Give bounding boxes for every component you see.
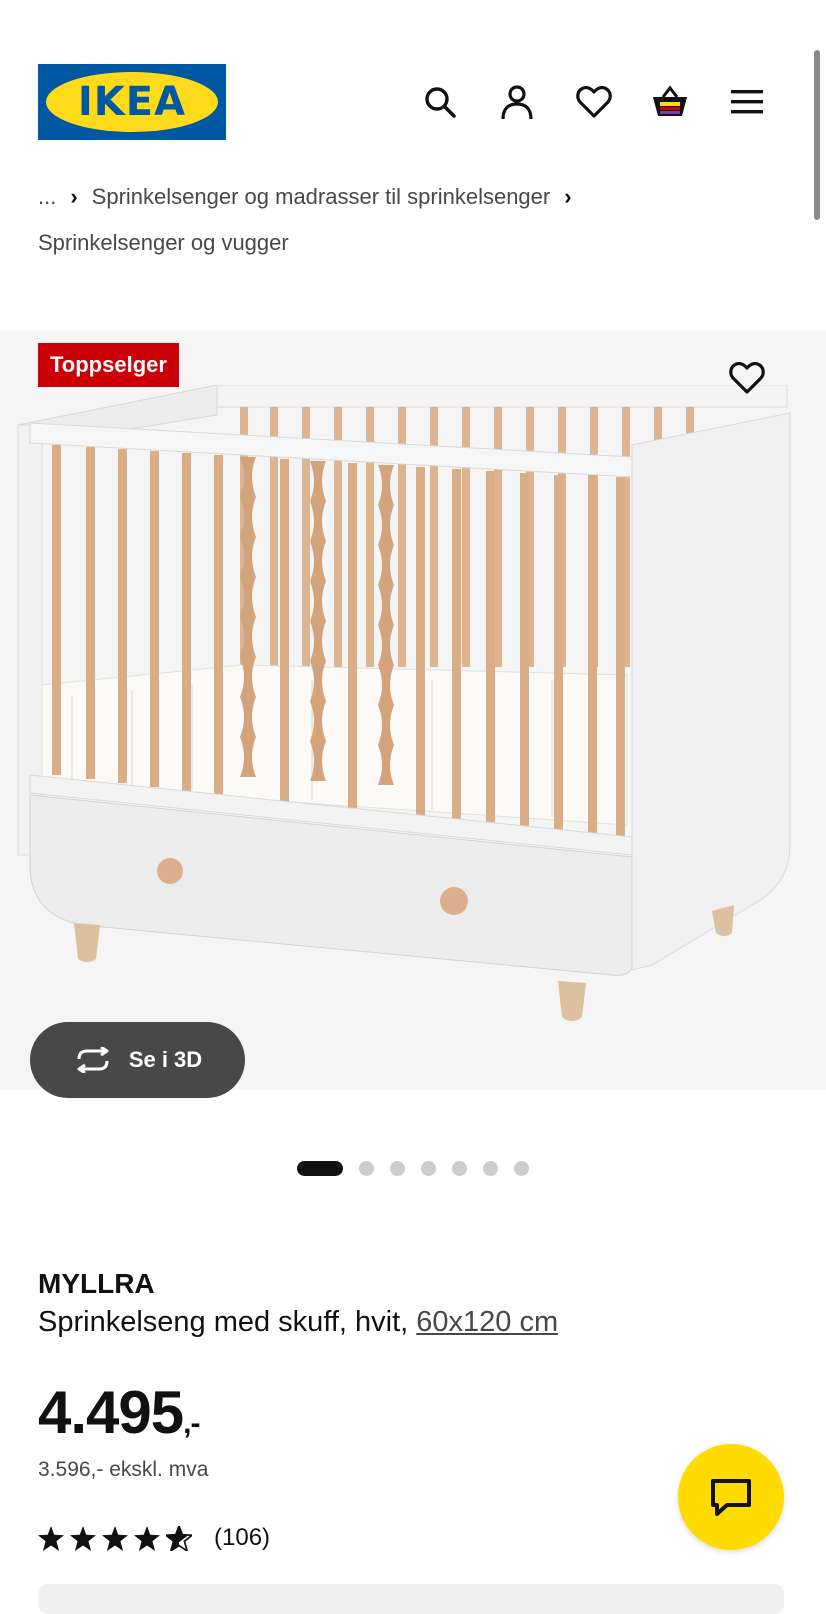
cart-icon [653, 85, 687, 116]
chat-button[interactable] [678, 1444, 784, 1550]
price-suffix: ,- [183, 1407, 200, 1440]
star-icon [70, 1525, 96, 1551]
product-name: MYLLRA [38, 1268, 155, 1299]
rating-stars [38, 1525, 192, 1551]
product-rating[interactable]: (106) [38, 1518, 270, 1558]
carousel-dot-3[interactable] [390, 1160, 405, 1176]
breadcrumb: ... › Sprinkelsenger og madrasser til spri… [38, 174, 778, 266]
carousel-dot-7[interactable] [514, 1160, 529, 1176]
heart-icon [576, 86, 612, 118]
heart-icon [729, 362, 765, 394]
top-seller-badge: Toppselger [38, 343, 179, 387]
product-price: 4.495,- [38, 1378, 201, 1447]
breadcrumb-ellipsis[interactable]: ... [38, 184, 56, 209]
star-icon [134, 1525, 160, 1551]
search-button[interactable] [418, 80, 462, 124]
carousel-dot-4[interactable] [421, 1160, 436, 1176]
star-icon [102, 1525, 128, 1551]
carousel-dot-5[interactable] [452, 1160, 467, 1176]
product-size-link[interactable]: 60x120 cm [416, 1306, 558, 1338]
ikea-logo[interactable]: IKEA [38, 64, 226, 140]
site-header: IKEA [0, 0, 826, 160]
account-icon [501, 85, 533, 120]
logo-oval: IKEA [46, 72, 218, 132]
price-excl-vat: 3.596,- ekskl. mva [38, 1458, 209, 1481]
chat-icon [711, 1479, 751, 1516]
add-to-favorites-button[interactable] [725, 356, 769, 400]
breadcrumb-item-cribs-cradles[interactable]: Sprinkelsenger og vugger [38, 230, 289, 255]
chevron-right-icon: › [564, 184, 572, 209]
star-icon [38, 1525, 64, 1551]
price-value: 4.495 [38, 1379, 184, 1446]
half-star-icon [166, 1525, 192, 1551]
next-section-card [38, 1584, 784, 1614]
carousel-dot-1[interactable] [297, 1160, 343, 1176]
view-in-3d-button[interactable]: Se i 3D [30, 1022, 245, 1098]
rotate-3d-icon [77, 1047, 109, 1073]
product-description: Sprinkelseng med skuff, hvit, 60x120 cm [38, 1306, 558, 1339]
carousel-dot-6[interactable] [483, 1160, 498, 1176]
review-count: (106) [214, 1524, 271, 1551]
logo-text: IKEA [77, 79, 187, 125]
search-icon [425, 87, 456, 118]
chevron-right-icon: › [70, 184, 78, 209]
breadcrumb-item-cribs-mattresses[interactable]: Sprinkelsenger og madrasser til sprinkel… [92, 184, 551, 209]
cart-button[interactable] [648, 80, 692, 124]
carousel-dot-2[interactable] [359, 1160, 374, 1176]
carousel-indicator [0, 1158, 826, 1178]
account-button[interactable] [495, 80, 539, 124]
favorites-button[interactable] [572, 80, 616, 124]
view-in-3d-label: Se i 3D [128, 1047, 203, 1072]
product-description-text: Sprinkelseng med skuff, hvit, [38, 1306, 409, 1338]
crib-illustration [17, 384, 791, 1021]
product-image[interactable] [12, 384, 812, 1050]
menu-button[interactable] [725, 80, 769, 124]
hamburger-menu-icon [731, 90, 763, 114]
